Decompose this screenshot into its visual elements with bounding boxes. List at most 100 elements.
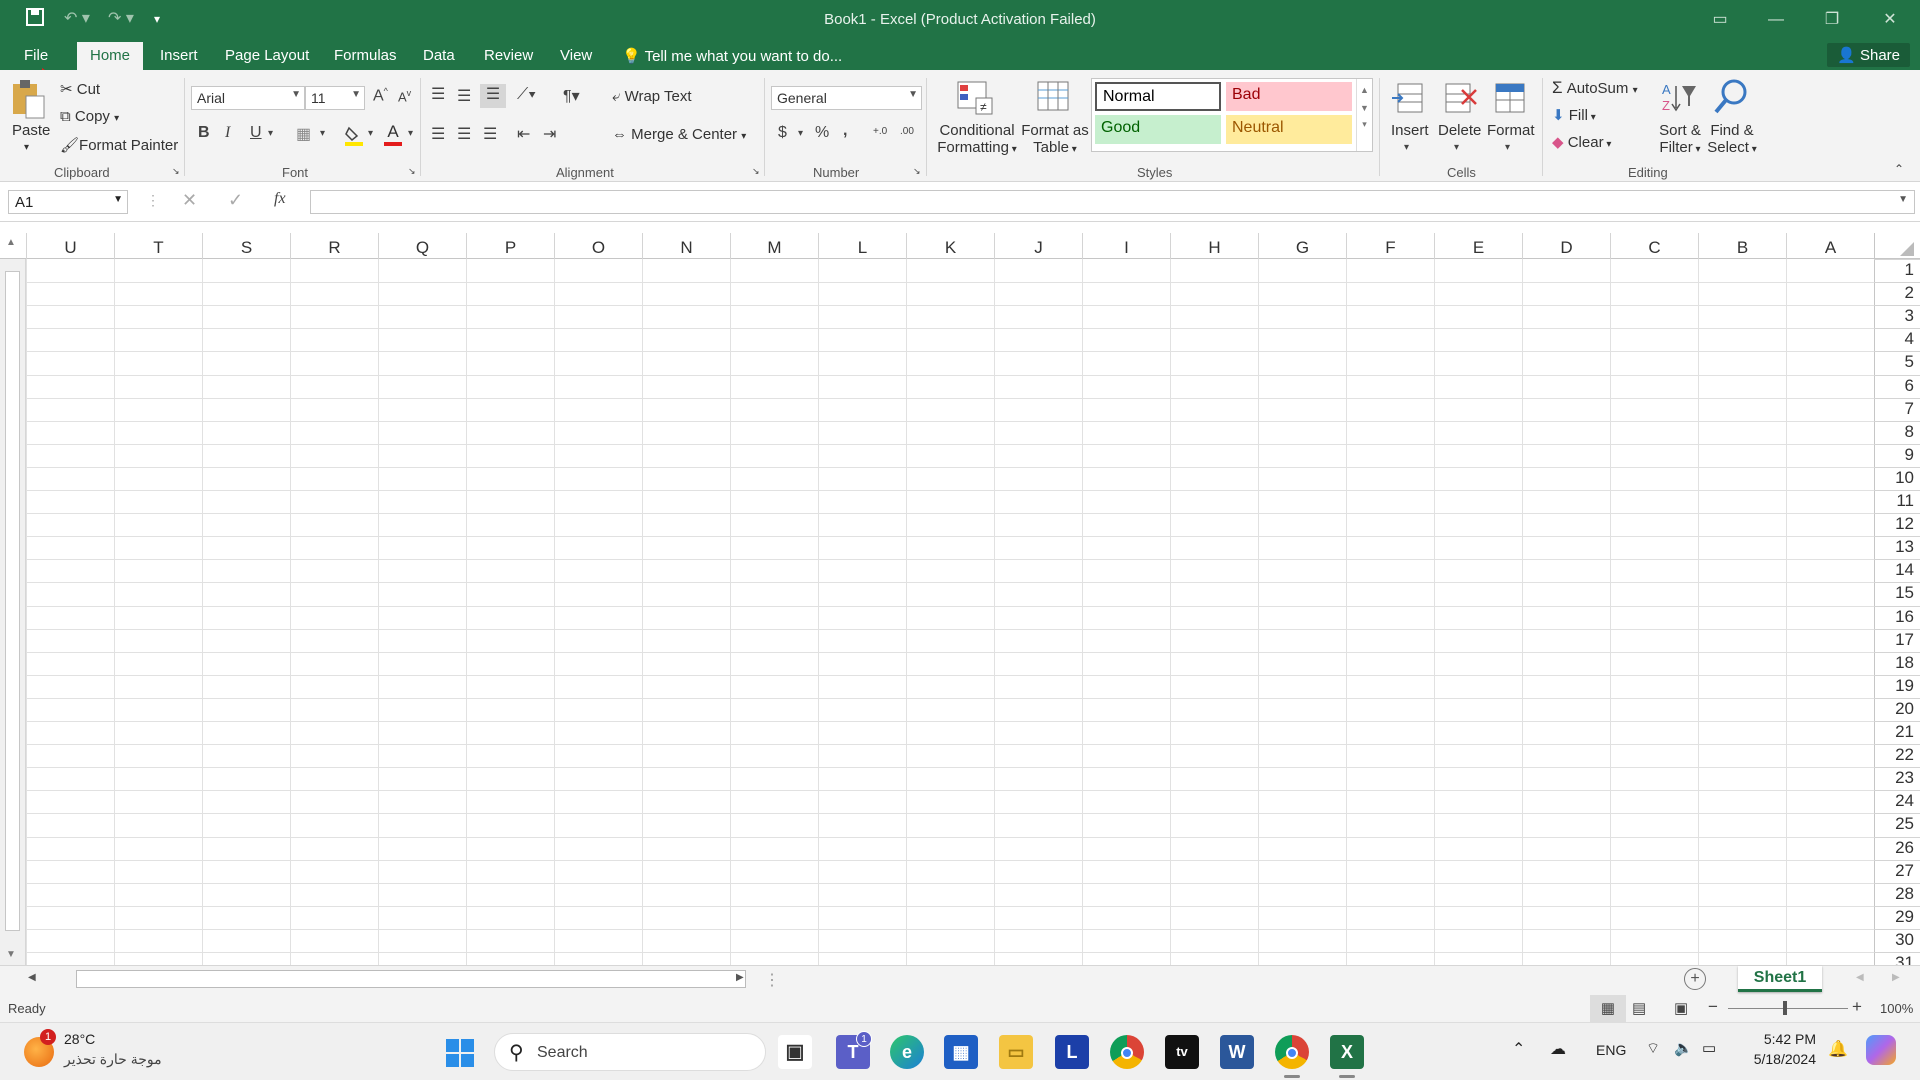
clock-date[interactable]: 5/18/2024 [1744,1051,1816,1067]
column-header-e[interactable]: E [1434,233,1522,259]
battery-icon[interactable]: ▭ [1702,1039,1716,1057]
weather-temp[interactable]: 28°C [64,1031,95,1047]
underline-dropdown-icon[interactable]: ▾ [268,128,273,139]
align-left-icon[interactable]: ☰ [431,124,445,144]
windows-start-icon[interactable] [446,1039,474,1072]
fill-dropdown-icon[interactable]: ▾ [368,128,373,139]
page-break-view-icon[interactable]: ▣ [1674,999,1688,1017]
style-good[interactable]: Good [1095,115,1221,144]
font-color-dropdown-icon[interactable]: ▾ [408,128,413,139]
collapse-ribbon-icon[interactable]: ⌃ [1894,162,1904,176]
horizontal-scroll-thumb[interactable] [76,970,746,988]
zoom-in-icon[interactable]: + [1852,997,1862,1017]
column-header-k[interactable]: K [906,233,994,259]
vertical-scrollbar[interactable]: ▲ ▼ [0,237,26,965]
column-header-q[interactable]: Q [378,233,466,259]
cancel-icon[interactable]: ✕ [182,190,197,211]
style-normal[interactable]: Normal [1095,82,1221,111]
wifi-icon[interactable]: ⌔ [1646,1039,1660,1058]
select-all-corner[interactable] [1874,233,1920,259]
sheet-nav-next-icon[interactable]: ▶ [1892,972,1900,983]
column-header-r[interactable]: R [290,233,378,259]
row-header-18[interactable]: 18 [1874,651,1920,675]
copilot-icon[interactable] [1866,1035,1896,1065]
clipboard-launcher-icon[interactable]: ↘ [172,166,180,177]
borders-icon[interactable]: ▦ [296,124,311,144]
alignment-launcher-icon[interactable]: ↘ [752,166,760,177]
minimize-icon[interactable]: — [1756,6,1796,34]
italic-button[interactable]: I [225,124,230,142]
column-header-l[interactable]: L [818,233,906,259]
row-header-27[interactable]: 27 [1874,859,1920,883]
delete-cells-button[interactable]: Delete [1438,122,1481,139]
zoom-slider-thumb[interactable] [1783,1001,1787,1015]
ribbon-display-icon[interactable]: ▭ [1700,6,1740,34]
scroll-down-icon[interactable]: ▼ [6,949,16,960]
column-header-f[interactable]: F [1346,233,1434,259]
zoom-slider-track[interactable] [1728,1008,1848,1009]
column-header-b[interactable]: B [1698,233,1786,259]
font-size-select[interactable]: 11 ▼ [305,86,365,110]
app-l-icon[interactable]: L [1055,1035,1089,1069]
fill-color-icon[interactable] [345,126,363,146]
maximize-icon[interactable]: ❐ [1812,6,1852,34]
share-button[interactable]: 👤 Share [1827,43,1910,67]
row-header-28[interactable]: 28 [1874,882,1920,906]
grow-font-button[interactable]: A^ [373,86,388,105]
borders-dropdown-icon[interactable]: ▾ [320,128,325,139]
sheet-nav-prev-icon[interactable]: ◀ [1856,972,1864,983]
row-header-2[interactable]: 2 [1874,282,1920,305]
number-launcher-icon[interactable]: ↘ [913,166,921,177]
row-header-19[interactable]: 19 [1874,674,1920,698]
increase-indent-icon[interactable]: ⇥ [543,124,556,144]
comma-button[interactable]: , [843,122,847,140]
row-header-17[interactable]: 17 [1874,628,1920,652]
row-header-20[interactable]: 20 [1874,697,1920,721]
gallery-scroll[interactable]: ▲ ▼ ▾ [1356,79,1372,151]
column-header-p[interactable]: P [466,233,554,259]
align-middle-icon[interactable]: ☰ [457,86,471,106]
style-bad[interactable]: Bad [1226,82,1352,111]
row-header-10[interactable]: 10 [1874,466,1920,490]
tab-formulas[interactable]: Formulas [334,47,397,64]
format-dropdown-icon[interactable]: ▾ [1505,142,1510,153]
row-header-16[interactable]: 16 [1874,605,1920,629]
text-direction-icon[interactable]: ¶▾ [563,86,580,106]
fill-button[interactable]: ⬇ Fill ▾ [1552,106,1596,124]
row-header-22[interactable]: 22 [1874,744,1920,767]
language-indicator[interactable]: ENG [1596,1042,1626,1058]
word-icon[interactable]: W [1220,1035,1254,1069]
zoom-out-icon[interactable]: − [1708,997,1718,1017]
insert-function-button[interactable]: fx [274,190,286,208]
excel-icon[interactable]: X [1330,1035,1364,1069]
autosum-dropdown-icon[interactable]: ▾ [1633,85,1638,96]
row-header-14[interactable]: 14 [1874,559,1920,582]
row-header-8[interactable]: 8 [1874,420,1920,444]
format-as-table-button[interactable]: Format as Table ▾ [1020,122,1090,156]
format-painter-button[interactable]: 🖌Format Painter [60,136,178,154]
paste-dropdown-icon[interactable]: ▾ [24,142,29,153]
vertical-scroll-thumb[interactable] [5,271,20,931]
zoom-level[interactable]: 100% [1880,1001,1913,1016]
column-header-t[interactable]: T [114,233,202,259]
new-sheet-button[interactable]: + [1684,968,1706,990]
row-header-21[interactable]: 21 [1874,721,1920,744]
column-header-i[interactable]: I [1082,233,1170,259]
column-header-c[interactable]: C [1610,233,1698,259]
onedrive-icon[interactable]: ☁ [1550,1039,1566,1059]
decrease-indent-icon[interactable]: ⇤ [517,124,530,144]
percent-button[interactable]: % [815,124,829,142]
column-header-g[interactable]: G [1258,233,1346,259]
merge-center-button[interactable]: ⇔ Merge & Center ▾ [612,126,746,143]
row-header-29[interactable]: 29 [1874,905,1920,929]
decrease-decimal-button[interactable]: .00 [900,126,914,137]
enter-icon[interactable]: ✓ [228,190,243,211]
page-layout-view-icon[interactable]: ▤ [1632,999,1646,1017]
task-view-icon[interactable]: ▣ [778,1035,812,1069]
row-header-3[interactable]: 3 [1874,305,1920,328]
column-header-d[interactable]: D [1522,233,1610,259]
shrink-font-button[interactable]: Av [398,88,411,104]
column-header-j[interactable]: J [994,233,1082,259]
row-header-9[interactable]: 9 [1874,443,1920,467]
scroll-left-icon[interactable]: ◀ [28,972,36,983]
